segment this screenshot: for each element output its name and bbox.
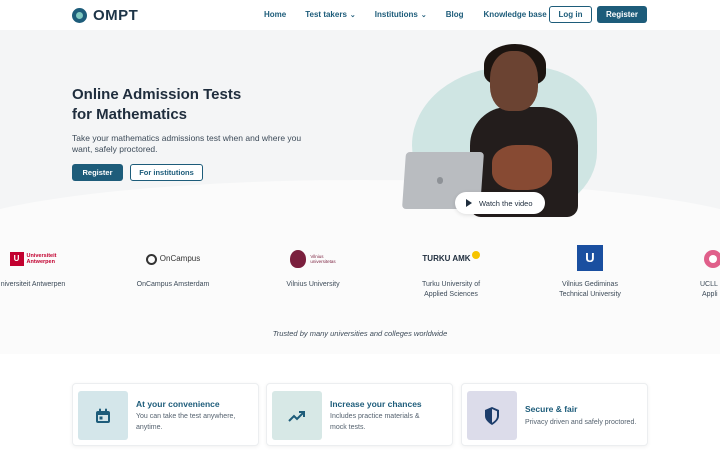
- trending-up-icon: [288, 410, 305, 422]
- hero-title-line2: for Mathematics: [72, 106, 188, 123]
- oncampus-logo-icon: [145, 253, 157, 265]
- university-name-line1: Vilnius Gediminas: [562, 281, 618, 288]
- watch-video-button[interactable]: Watch the video: [455, 192, 545, 214]
- brand-logo[interactable]: OMPT: [72, 7, 138, 24]
- hero-shirt-print: [492, 145, 552, 190]
- login-button[interactable]: Log in: [549, 6, 592, 23]
- antwerpen-logo-text-2: Antwerpen: [26, 259, 55, 265]
- hero-person-head: [490, 51, 538, 111]
- nav-home[interactable]: Home: [264, 10, 286, 19]
- turku-logo: TURKU AMK: [406, 248, 496, 270]
- vilnius-logo: Vilnius universitetas: [272, 248, 354, 270]
- feature-title: At your convenience: [136, 399, 220, 409]
- trusted-by-text: Trusted by many universities and college…: [272, 329, 448, 338]
- nav-blog[interactable]: Blog: [446, 10, 464, 19]
- university-turku[interactable]: TURKU AMK Turku University of Applied Sc…: [406, 248, 496, 300]
- feature-icon-box: [78, 391, 128, 440]
- nav-home-label: Home: [264, 10, 287, 19]
- feature-icon-box: [272, 391, 322, 440]
- ompt-logo-icon: [72, 8, 87, 23]
- nav-blog-label: Blog: [445, 10, 464, 19]
- nav-test-takers[interactable]: Test takers ⌄: [305, 10, 356, 19]
- shield-icon: [485, 406, 499, 425]
- hero-title: Online Admission Tests for Mathematics: [72, 85, 332, 125]
- feature-icon-box: [467, 391, 517, 440]
- antwerpen-logo-text: Universiteit Antwerpen: [27, 253, 57, 265]
- university-name: niversiteit Antwerpen: [0, 281, 66, 288]
- nav-knowledge-base-label: Knowledge base: [483, 10, 547, 19]
- university-name: Vilnius University: [286, 281, 340, 288]
- university-name-line1: UCLL: [700, 281, 718, 288]
- oncampus-logo: OnCampus: [128, 248, 218, 270]
- sun-icon: [471, 250, 480, 259]
- top-navigation: OMPT Home Test takers ⌄ Institutions ⌄ Blo…: [0, 0, 720, 30]
- university-name-line2: Technical University: [559, 291, 621, 298]
- university-name-line1: Turku University of: [421, 281, 481, 288]
- brand-name: OMPT: [93, 7, 139, 24]
- feature-card-convenience: At your convenience You can take the tes…: [72, 383, 259, 446]
- register-button-nav[interactable]: Register: [597, 6, 647, 23]
- ucll-logo: [704, 248, 720, 270]
- nav-institutions[interactable]: Institutions ⌄: [375, 10, 427, 19]
- chevron-down-icon: ⌄: [349, 12, 356, 19]
- apple-logo-icon: [437, 177, 443, 184]
- university-ucll[interactable]: UCLL Appli: [690, 248, 720, 300]
- chevron-down-icon: ⌄: [420, 12, 427, 19]
- university-oncampus[interactable]: OnCampus OnCampus Amsterdam: [128, 248, 218, 290]
- feature-card-secure: Secure & fair Privacy driven and safely …: [461, 383, 648, 446]
- nav-institutions-label: Institutions: [374, 10, 418, 19]
- nav-links: Home Test takers ⌄ Institutions ⌄ Blog Kno…: [264, 10, 547, 19]
- turku-logo-text: TURKU AMK: [422, 254, 471, 263]
- vilnius-logo-text: Vilnius universitetas: [310, 254, 335, 264]
- ucll-logo-icon: [704, 250, 720, 268]
- register-button-hero[interactable]: Register: [72, 164, 123, 181]
- university-antwerpen[interactable]: U Universiteit Antwerpen niversiteit Antw…: [0, 248, 74, 290]
- oncampus-logo-text: OnCampus: [159, 254, 201, 263]
- vilnius-logo-text-2: universitetas: [310, 259, 336, 264]
- university-name: OnCampus Amsterdam: [136, 281, 210, 288]
- hero-section: Online Admission Tests for Mathematics T…: [0, 30, 720, 220]
- nav-knowledge-base[interactable]: Knowledge base: [484, 10, 547, 19]
- vgtu-logo-text: U: [585, 250, 595, 265]
- university-name-line2: Applied Sciences: [424, 291, 478, 298]
- hero-curve-decoration: [0, 180, 720, 220]
- feature-title: Increase your chances: [330, 399, 422, 409]
- antwerpen-logo-icon: U: [9, 252, 24, 266]
- hero-subtitle: Take your mathematics admissions test wh…: [72, 133, 302, 154]
- calendar-icon: [96, 408, 110, 423]
- feature-title: Secure & fair: [525, 404, 578, 414]
- vgtu-logo-icon: U: [577, 245, 603, 271]
- antwerpen-logo: U Universiteit Antwerpen: [0, 248, 74, 270]
- hero-title-line1: Online Admission Tests: [72, 86, 242, 103]
- vgtu-logo: U: [545, 245, 635, 271]
- play-icon: [466, 199, 472, 207]
- university-vilnius[interactable]: Vilnius universitetas Vilnius University: [272, 248, 354, 290]
- university-vilnius-gediminas[interactable]: U Vilnius Gediminas Technical University: [545, 245, 635, 300]
- nav-test-takers-label: Test takers: [305, 10, 347, 19]
- vilnius-crest-icon: [290, 250, 307, 268]
- university-name-line2: Appli: [702, 291, 718, 298]
- feature-card-chances: Increase your chances Includes practice …: [266, 383, 453, 446]
- feature-description: Privacy driven and safely proctored.: [525, 419, 637, 426]
- for-institutions-button[interactable]: For institutions: [130, 164, 203, 181]
- watch-video-label: Watch the video: [479, 198, 533, 208]
- feature-description: You can take the test anywhere, anytime.: [136, 413, 236, 431]
- feature-description: Includes practice materials & mock tests…: [330, 413, 420, 431]
